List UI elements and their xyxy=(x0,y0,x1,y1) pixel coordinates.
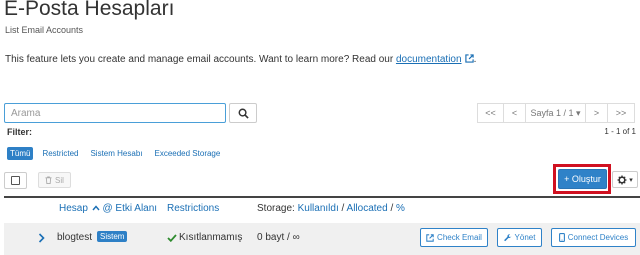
external-link-icon[interactable] xyxy=(464,54,474,63)
select-all-checkbox[interactable] xyxy=(4,172,27,189)
page-select[interactable]: Sayfa 1 / 1 ▾ xyxy=(525,103,586,123)
page-subtitle: List Email Accounts xyxy=(5,25,84,35)
column-header-storage: Storage: Kullanıldı / Allocated / % xyxy=(257,203,405,214)
sort-domain-link[interactable]: @ Etki Alanı xyxy=(102,203,157,214)
connect-devices-label: Connect Devices xyxy=(567,233,629,242)
delete-button[interactable]: Sil xyxy=(38,172,71,188)
settings-caret: ▾ xyxy=(629,176,633,184)
prev-page-button[interactable]: < xyxy=(503,103,526,123)
first-page-button[interactable]: << xyxy=(477,103,504,123)
sort-account-link[interactable]: Hesap xyxy=(59,203,88,214)
mobile-phone-icon xyxy=(558,233,565,242)
system-badge: Sistem xyxy=(97,231,128,242)
settings-button[interactable]: ▾ xyxy=(612,171,638,188)
page-title: E-Posta Hesapları xyxy=(4,0,175,20)
account-name: blogtest xyxy=(57,232,93,243)
pagination: << < Sayfa 1 / 1 ▾ > >> xyxy=(477,103,635,123)
check-email-label: Check Email xyxy=(437,233,482,242)
create-button[interactable]: + Oluştur xyxy=(558,169,607,189)
result-count: 1 - 1 of 1 xyxy=(604,127,636,136)
next-page-button[interactable]: > xyxy=(585,103,608,123)
checkbox-box xyxy=(11,176,20,185)
check-email-button[interactable]: Check Email xyxy=(420,228,488,247)
storage-value: 0 bayt / ∞ xyxy=(257,232,300,243)
sort-ascending-icon xyxy=(92,205,100,211)
column-header-restrictions[interactable]: Restrictions xyxy=(167,203,219,214)
external-link-icon xyxy=(426,233,434,242)
description-text: This feature lets you create and manage … xyxy=(5,54,396,65)
system-badge-label: Sistem xyxy=(97,231,128,242)
filter-label: Filter: xyxy=(7,127,33,137)
check-icon xyxy=(167,234,177,242)
search-icon xyxy=(238,108,249,119)
wrench-icon xyxy=(503,233,511,241)
filter-tabs: Tümü Restricted Sistem Hesabı Exceeded S… xyxy=(7,147,229,160)
connect-devices-button[interactable]: Connect Devices xyxy=(551,228,636,247)
sort-allocated-link[interactable]: Allocated xyxy=(347,203,388,214)
filter-tab-exceeded-storage[interactable]: Exceeded Storage xyxy=(152,147,224,160)
feature-description: This feature lets you create and manage … xyxy=(5,54,476,65)
description-end: . xyxy=(473,54,477,65)
last-page-button[interactable]: >> xyxy=(607,103,635,123)
manage-button[interactable]: Yönet xyxy=(497,228,542,247)
sort-used-link[interactable]: Kullanıldı xyxy=(298,203,339,214)
filter-tab-all[interactable]: Tümü xyxy=(7,147,34,160)
storage-sep-1: / xyxy=(341,203,345,214)
filter-tab-restricted[interactable]: Restricted xyxy=(39,147,81,160)
search-button[interactable] xyxy=(229,103,257,123)
filter-tab-system-account[interactable]: Sistem Hesabı xyxy=(87,147,145,160)
storage-prefix: Storage: xyxy=(257,203,295,214)
trash-icon xyxy=(45,176,52,184)
table-divider xyxy=(4,196,640,198)
storage-sep-2: / xyxy=(390,203,394,214)
chevron-right-icon[interactable] xyxy=(38,233,45,243)
delete-label: Sil xyxy=(55,175,64,185)
column-header-account[interactable]: Hesap @ Etki Alanı xyxy=(59,203,157,214)
search-input[interactable] xyxy=(4,103,226,123)
sort-percent-link[interactable]: % xyxy=(396,203,405,214)
sort-restrictions-link[interactable]: Restrictions xyxy=(167,203,219,214)
gear-icon xyxy=(617,175,627,184)
restriction-status: Kısıtlanmamış xyxy=(179,232,243,243)
manage-label: Yönet xyxy=(514,233,536,242)
documentation-link[interactable]: documentation xyxy=(396,54,462,65)
